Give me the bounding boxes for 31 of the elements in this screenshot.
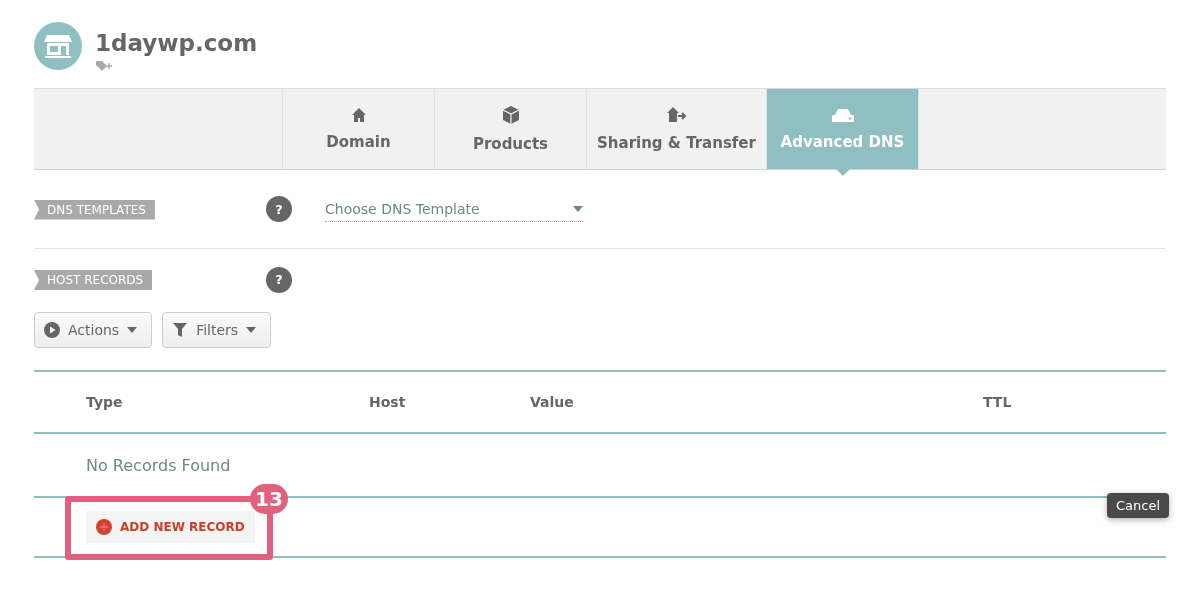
tab[interactable]: Products (434, 89, 586, 169)
actions-button[interactable]: Actions (34, 312, 153, 348)
column-header: Type (86, 394, 124, 410)
section-label: HOST RECORDS (34, 270, 153, 290)
step-badge: 13 (250, 484, 288, 514)
help-icon[interactable]: ? (266, 266, 292, 293)
tab-pointer (835, 169, 850, 176)
domain-title: 1daywp.com (95, 30, 258, 56)
caret-icon (573, 205, 583, 212)
empty-message: No Records Found (86, 455, 231, 475)
server-icon (830, 107, 855, 123)
filter-icon (172, 322, 189, 338)
tooltip: Cancel (1107, 493, 1170, 518)
caret-icon (246, 327, 257, 333)
add-record-button[interactable]: ADD NEW RECORD (86, 511, 255, 543)
add-tag-icon[interactable] (95, 60, 113, 72)
template-select[interactable]: Choose DNS Template (325, 196, 583, 222)
column-header: Value (530, 394, 575, 410)
column-header: Host (369, 394, 407, 410)
caret-icon (127, 327, 138, 333)
plus-icon (96, 519, 112, 535)
column-header: TTL (983, 394, 1013, 410)
help-icon[interactable]: ? (266, 196, 292, 222)
house-arrow-icon (665, 106, 688, 124)
home-icon (350, 107, 367, 123)
box-icon (500, 105, 521, 125)
play-icon (44, 322, 60, 338)
filters-button[interactable]: Filters (162, 312, 272, 348)
store-icon (44, 34, 72, 58)
section-label: DNS TEMPLATES (34, 199, 155, 220)
tab[interactable]: Domain (282, 89, 434, 169)
